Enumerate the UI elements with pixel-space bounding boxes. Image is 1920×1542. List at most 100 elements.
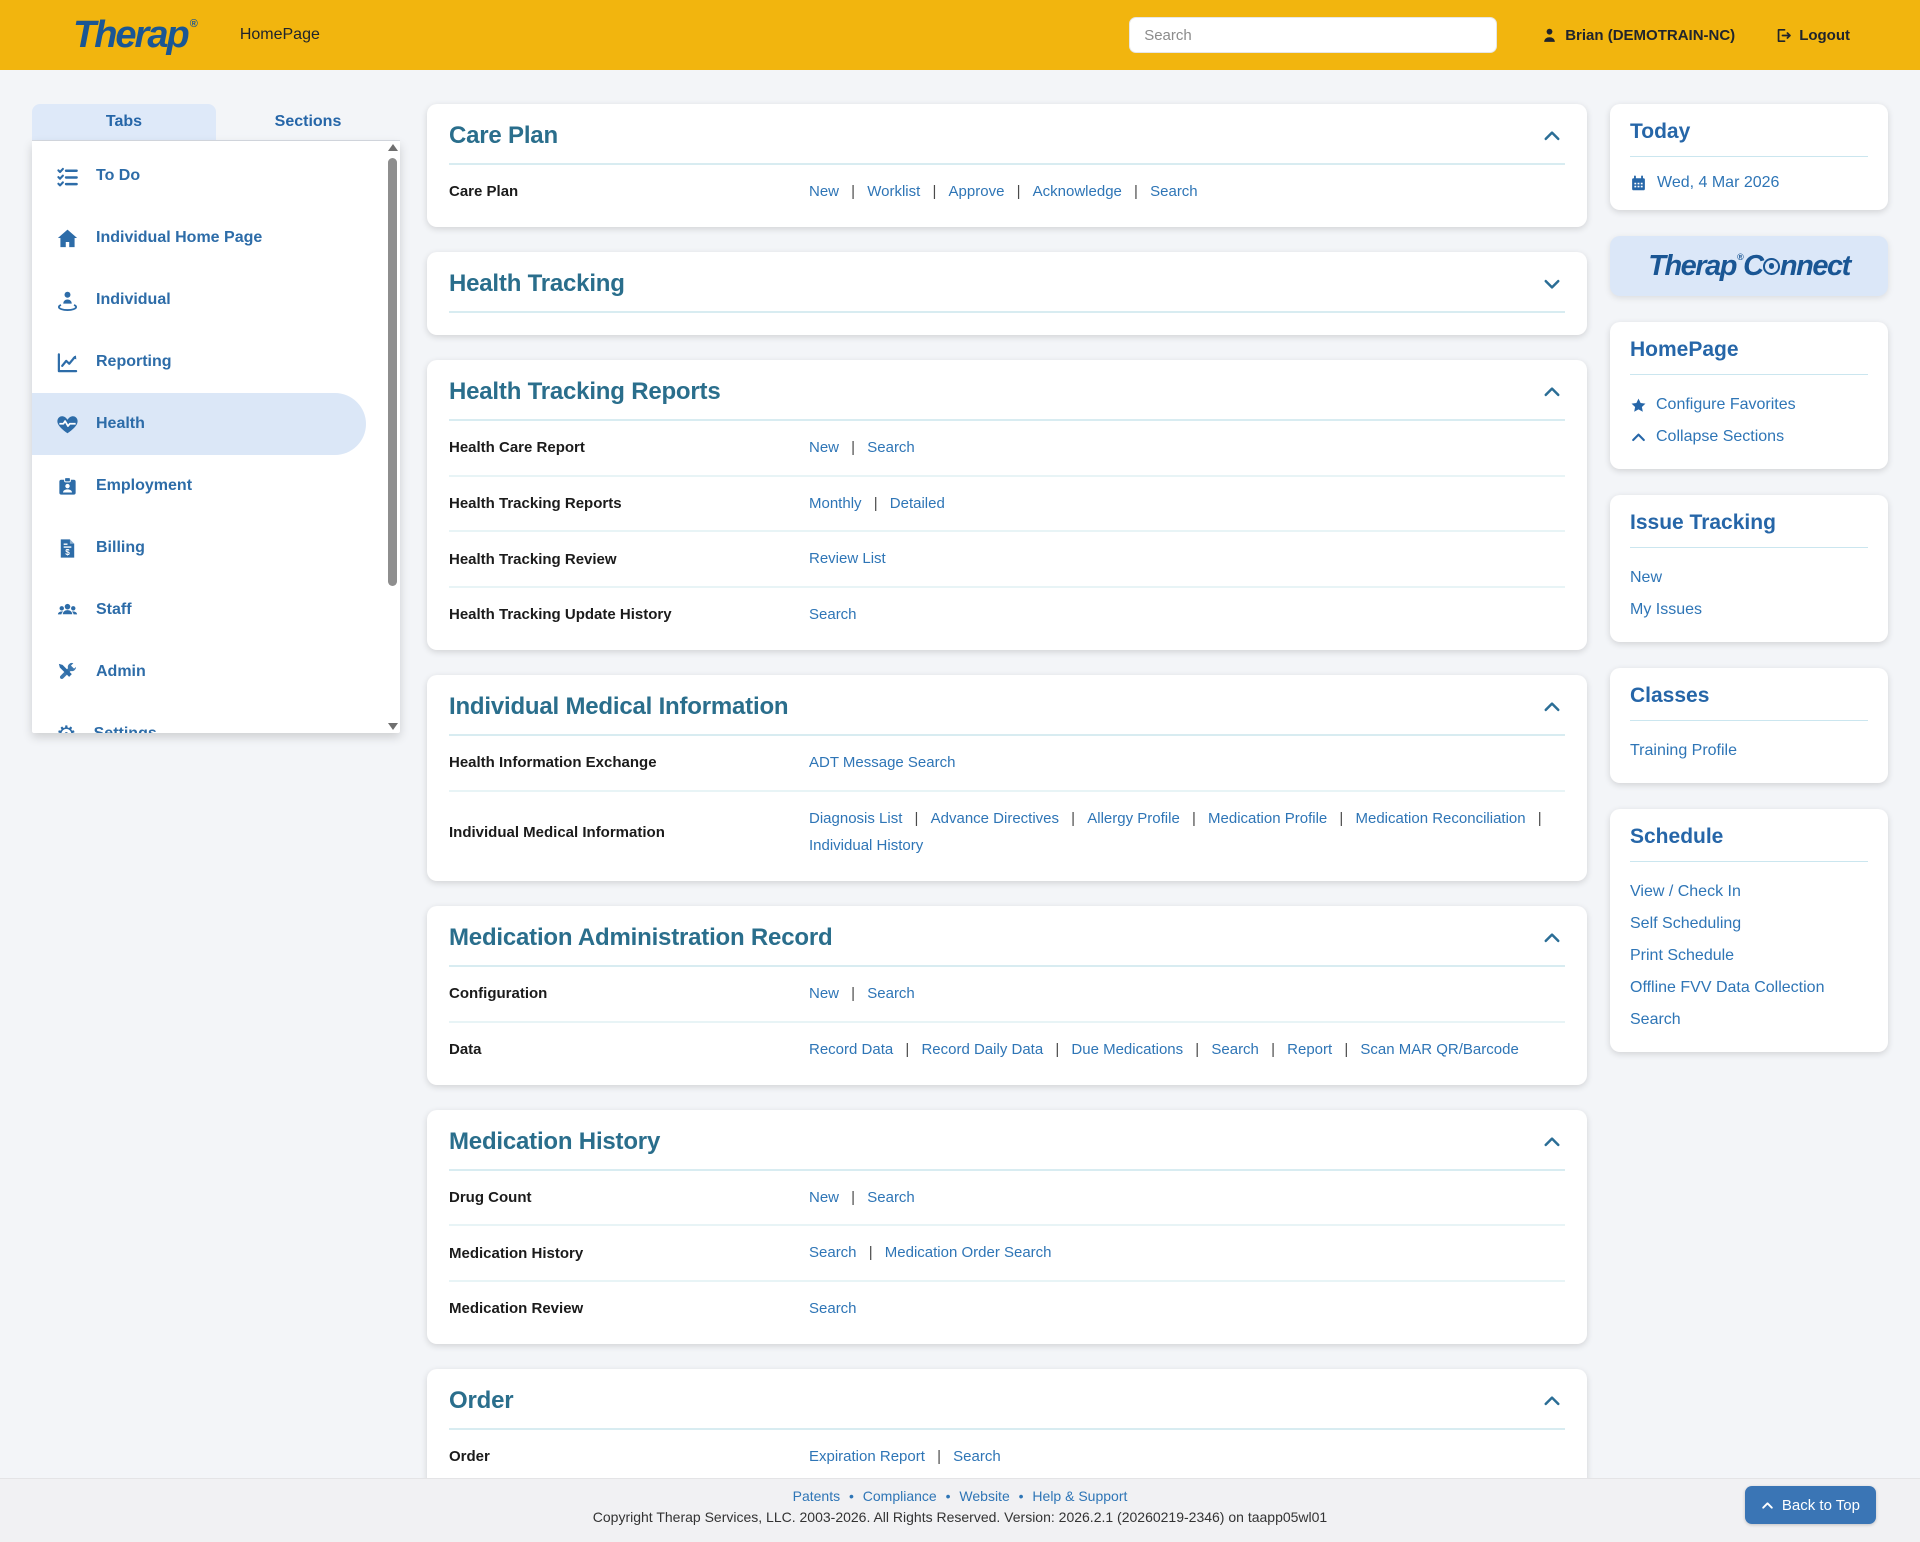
link-expiration-report[interactable]: Expiration Report bbox=[809, 1448, 925, 1465]
link-search[interactable]: Search bbox=[1211, 1041, 1259, 1058]
link-new[interactable]: New bbox=[809, 183, 839, 200]
section-title: Individual Medical Information bbox=[449, 693, 788, 721]
link-new[interactable]: New bbox=[1630, 562, 1868, 594]
link-due-medications[interactable]: Due Medications bbox=[1071, 1041, 1183, 1058]
sidebar-item-settings[interactable]: ⚙Settings bbox=[32, 703, 400, 733]
section-header: Care Plan bbox=[449, 122, 1565, 150]
link-acknowledge[interactable]: Acknowledge bbox=[1033, 183, 1122, 200]
today-date: Wed, 4 Mar 2026 bbox=[1630, 171, 1868, 194]
link-record-data[interactable]: Record Data bbox=[809, 1041, 893, 1058]
section-title: Medication Administration Record bbox=[449, 924, 832, 952]
user-menu[interactable]: Brian (DEMOTRAIN-NC) bbox=[1541, 27, 1735, 44]
link-separator: | bbox=[933, 1448, 945, 1465]
sidebar-item-staff[interactable]: Staff bbox=[32, 579, 400, 641]
therap-connect-banner[interactable]: Therap®Cnnect bbox=[1610, 236, 1888, 296]
section-title: Medication History bbox=[449, 1128, 660, 1156]
link-training-profile[interactable]: Training Profile bbox=[1630, 735, 1868, 767]
chevron-up-icon[interactable] bbox=[1539, 1388, 1565, 1414]
sidebar-menu: To DoIndividual Home PageIndividualRepor… bbox=[32, 141, 400, 733]
link-allergy-profile[interactable]: Allergy Profile bbox=[1087, 810, 1180, 827]
sidebar-scrollbar[interactable] bbox=[387, 144, 398, 730]
link-self-scheduling[interactable]: Self Scheduling bbox=[1630, 908, 1868, 940]
divider bbox=[1630, 547, 1868, 548]
link-diagnosis-list[interactable]: Diagnosis List bbox=[809, 810, 902, 827]
link-medication-order-search[interactable]: Medication Order Search bbox=[885, 1244, 1052, 1261]
section-header: Health Tracking Reports bbox=[449, 378, 1565, 406]
scrollbar-thumb[interactable] bbox=[388, 158, 397, 586]
therap-connect-logo: Therap®Cnnect bbox=[1648, 250, 1850, 283]
footer-link-website[interactable]: Website bbox=[959, 1488, 1009, 1504]
search-input[interactable] bbox=[1129, 17, 1497, 53]
link-monthly[interactable]: Monthly bbox=[809, 495, 862, 512]
link-advance-directives[interactable]: Advance Directives bbox=[931, 810, 1059, 827]
sidebar-item-billing[interactable]: $Billing bbox=[32, 517, 400, 579]
module-links: New | Search bbox=[809, 1184, 1565, 1212]
sidebar-tabstrip: Tabs Sections bbox=[32, 104, 400, 141]
chevron-up-icon[interactable] bbox=[1539, 925, 1565, 951]
link-scan-mar-qr-barcode[interactable]: Scan MAR QR/Barcode bbox=[1360, 1041, 1518, 1058]
invoice-icon: $ bbox=[56, 537, 79, 560]
link-separator: | bbox=[1534, 810, 1542, 827]
link-separator: | bbox=[870, 495, 882, 512]
link-detailed[interactable]: Detailed bbox=[890, 495, 945, 512]
connect-brand-left: Therap bbox=[1648, 250, 1736, 283]
sidebar-item-health[interactable]: Health bbox=[32, 393, 366, 455]
chevron-up-icon[interactable] bbox=[1539, 1129, 1565, 1155]
sidebar-item-individual[interactable]: Individual bbox=[32, 269, 400, 331]
sidebar-item-admin[interactable]: Admin bbox=[32, 641, 400, 703]
link-new[interactable]: New bbox=[809, 985, 839, 1002]
right-link-label: Training Profile bbox=[1630, 742, 1737, 760]
link-search[interactable]: Search bbox=[1150, 183, 1198, 200]
link-medication-profile[interactable]: Medication Profile bbox=[1208, 810, 1327, 827]
footer-link-compliance[interactable]: Compliance bbox=[863, 1488, 937, 1504]
link-medication-reconciliation[interactable]: Medication Reconciliation bbox=[1356, 810, 1526, 827]
divider bbox=[449, 311, 1565, 313]
link-search[interactable]: Search bbox=[953, 1448, 1001, 1465]
chevron-down-icon[interactable] bbox=[1539, 271, 1565, 297]
sidebar-item-label: Admin bbox=[96, 663, 146, 681]
link-search[interactable]: Search bbox=[867, 439, 915, 456]
link-search[interactable]: Search bbox=[1630, 1004, 1868, 1036]
scroll-up-arrow-icon[interactable] bbox=[388, 144, 398, 151]
back-to-top-button[interactable]: Back to Top bbox=[1745, 1486, 1876, 1524]
divider bbox=[1630, 861, 1868, 862]
link-record-daily-data[interactable]: Record Daily Data bbox=[921, 1041, 1043, 1058]
therap-logo[interactable]: Therap ® bbox=[73, 16, 198, 54]
sidebar-item-employment[interactable]: Employment bbox=[32, 455, 400, 517]
module-label: Medication History bbox=[449, 1245, 809, 1262]
sidebar-item-individual-home-page[interactable]: Individual Home Page bbox=[32, 207, 400, 269]
sidebar-item-reporting[interactable]: Reporting bbox=[32, 331, 400, 393]
link-search[interactable]: Search bbox=[867, 985, 915, 1002]
link-new[interactable]: New bbox=[809, 1189, 839, 1206]
tab-sections[interactable]: Sections bbox=[216, 104, 400, 140]
svg-text:$: $ bbox=[65, 547, 70, 556]
link-review-list[interactable]: Review List bbox=[809, 550, 886, 567]
chevron-up-icon[interactable] bbox=[1539, 379, 1565, 405]
link-view-check-in[interactable]: View / Check In bbox=[1630, 876, 1868, 908]
chevron-up-icon[interactable] bbox=[1539, 694, 1565, 720]
section-title: Order bbox=[449, 1387, 513, 1415]
link-approve[interactable]: Approve bbox=[949, 183, 1005, 200]
link-adt-message-search[interactable]: ADT Message Search bbox=[809, 754, 955, 771]
footer-link-patents[interactable]: Patents bbox=[793, 1488, 840, 1504]
link-offline-fvv-data-collection[interactable]: Offline FVV Data Collection bbox=[1630, 972, 1868, 1004]
link-worklist[interactable]: Worklist bbox=[867, 183, 920, 200]
link-search[interactable]: Search bbox=[809, 1300, 857, 1317]
tools-icon bbox=[56, 661, 79, 684]
link-configure-favorites[interactable]: Configure Favorites bbox=[1630, 389, 1868, 421]
scroll-down-arrow-icon[interactable] bbox=[388, 723, 398, 730]
link-report[interactable]: Report bbox=[1287, 1041, 1332, 1058]
link-individual-history[interactable]: Individual History bbox=[809, 837, 923, 854]
link-collapse-sections[interactable]: Collapse Sections bbox=[1630, 421, 1868, 453]
link-search[interactable]: Search bbox=[809, 606, 857, 623]
logout-button[interactable]: Logout bbox=[1775, 27, 1850, 44]
sidebar-item-to-do[interactable]: To Do bbox=[32, 145, 400, 207]
tab-tabs[interactable]: Tabs bbox=[32, 104, 216, 140]
link-search[interactable]: Search bbox=[867, 1189, 915, 1206]
link-my-issues[interactable]: My Issues bbox=[1630, 594, 1868, 626]
link-search[interactable]: Search bbox=[809, 1244, 857, 1261]
link-new[interactable]: New bbox=[809, 439, 839, 456]
footer-link-help-support[interactable]: Help & Support bbox=[1032, 1488, 1127, 1504]
chevron-up-icon[interactable] bbox=[1539, 123, 1565, 149]
link-print-schedule[interactable]: Print Schedule bbox=[1630, 940, 1868, 972]
